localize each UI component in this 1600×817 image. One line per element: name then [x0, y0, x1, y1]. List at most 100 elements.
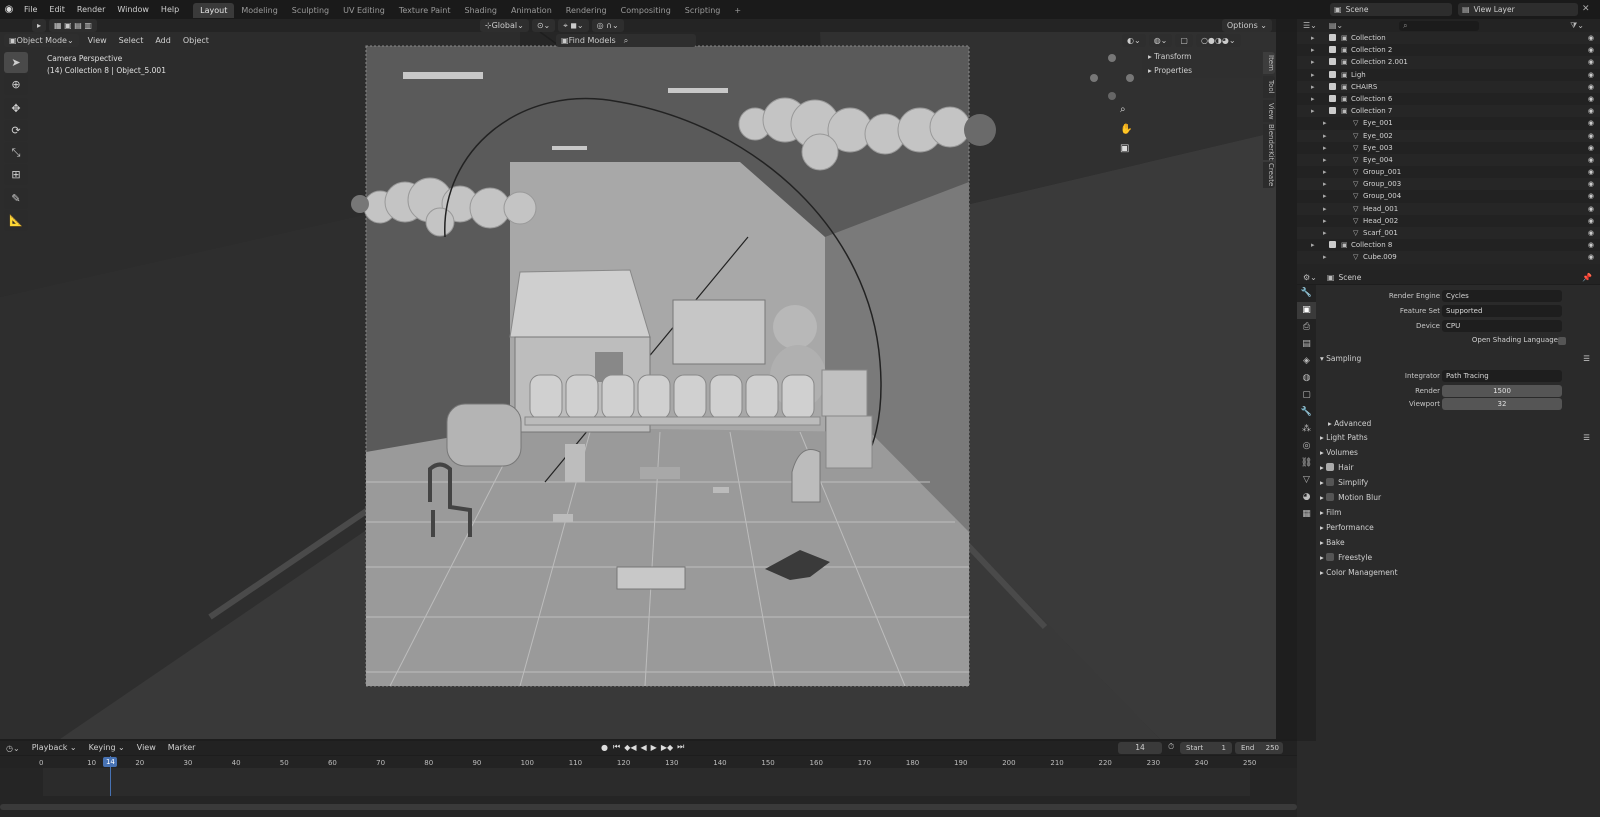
- tab-animation[interactable]: Animation: [504, 3, 559, 18]
- pan-hand-icon[interactable]: ✋: [1120, 124, 1132, 135]
- expand-arrow-icon[interactable]: ▸: [1323, 215, 1327, 227]
- scene-selector[interactable]: ▣ Scene: [1330, 3, 1452, 16]
- add-workspace-button[interactable]: +: [727, 3, 748, 18]
- prev-keyframe-icon[interactable]: ◆◀: [622, 743, 638, 752]
- tab-create[interactable]: Create: [1263, 162, 1275, 188]
- exclude-checkbox[interactable]: [1329, 241, 1336, 249]
- outliner-display-mode-icon[interactable]: ▤⌄: [1323, 21, 1349, 30]
- visibility-eye-icon[interactable]: ◉: [1588, 32, 1594, 44]
- timeline-area[interactable]: 0 10 20 30 40 50 60 70 80 90 100 110 120 130 140 150 160…: [0, 756, 1297, 817]
- panel-transform[interactable]: ▸ Transform: [1142, 50, 1262, 64]
- volumes-panel[interactable]: ▸ Volumes: [1320, 445, 1358, 460]
- color-management-panel[interactable]: ▸ Color Management: [1320, 565, 1398, 580]
- motion-blur-panel[interactable]: ▸ Motion Blur: [1320, 490, 1381, 505]
- timeline-scrollbar[interactable]: [0, 804, 1297, 810]
- exclude-checkbox[interactable]: [1329, 94, 1336, 102]
- visibility-eye-icon[interactable]: ◉: [1588, 117, 1594, 129]
- visibility-eye-icon[interactable]: ◉: [1588, 105, 1594, 117]
- visibility-eye-icon[interactable]: ◉: [1588, 154, 1594, 166]
- outliner-item[interactable]: ▸ ▽ Scarf_001 ◉: [1297, 227, 1600, 240]
- object-mode-dropdown[interactable]: ▣ Object Mode ⌄: [4, 34, 79, 47]
- film-panel[interactable]: ▸ Film: [1320, 505, 1341, 520]
- play-icon[interactable]: ▶: [649, 743, 659, 752]
- osl-checkbox[interactable]: [1558, 337, 1566, 345]
- visibility-eye-icon[interactable]: ◉: [1588, 81, 1594, 93]
- visibility-eye-icon[interactable]: ◉: [1588, 178, 1594, 190]
- pivot-point-button[interactable]: ⊙⌄: [531, 19, 556, 32]
- hair-checkbox[interactable]: [1326, 463, 1335, 471]
- scale-tool-icon[interactable]: ⤡: [4, 142, 28, 163]
- expand-arrow-icon[interactable]: ▸: [1311, 32, 1315, 44]
- tab-rendering[interactable]: Rendering: [559, 3, 614, 18]
- visibility-eye-icon[interactable]: ◉: [1588, 239, 1594, 251]
- outliner-item[interactable]: ▸ ▣ Collection ◉: [1297, 32, 1600, 45]
- expand-arrow-icon[interactable]: ▸: [1311, 69, 1315, 81]
- exclude-checkbox[interactable]: [1329, 46, 1336, 54]
- menu-object[interactable]: Object: [177, 34, 215, 47]
- outliner-item[interactable]: ▸ ▽ Eye_001 ◉: [1297, 117, 1600, 130]
- rotate-tool-icon[interactable]: ⟳: [4, 120, 28, 141]
- expand-arrow-icon[interactable]: ▸: [1323, 130, 1327, 142]
- tab-item[interactable]: Item: [1263, 52, 1275, 74]
- find-models-search[interactable]: ▣ Find Models ⌕: [556, 34, 696, 47]
- tab-modeling[interactable]: Modeling: [234, 3, 284, 18]
- navigation-gizmo[interactable]: [1090, 54, 1138, 104]
- select-tool-button[interactable]: ▸: [32, 19, 47, 32]
- playhead-frame-badge[interactable]: 14: [103, 757, 118, 767]
- object-tab-icon[interactable]: ▢: [1297, 387, 1316, 404]
- outliner-item[interactable]: ▸ ▽ Head_001 ◉: [1297, 202, 1600, 215]
- expand-arrow-icon[interactable]: ▸: [1323, 166, 1327, 178]
- outliner-item[interactable]: ▸ ▣ Collection 7 ◉: [1297, 105, 1600, 118]
- close-view-layer-icon[interactable]: ✕: [1582, 4, 1590, 14]
- expand-arrow-icon[interactable]: ▸: [1311, 239, 1315, 251]
- cursor-tool-icon[interactable]: ⊕: [4, 74, 28, 95]
- constraints-tab-icon[interactable]: ⛓: [1297, 455, 1316, 472]
- transform-tool-icon[interactable]: ⊞: [4, 164, 28, 185]
- view-layer-tab-icon[interactable]: ▤: [1297, 336, 1316, 353]
- visibility-eye-icon[interactable]: ◉: [1588, 203, 1594, 215]
- bake-panel[interactable]: ▸ Bake: [1320, 535, 1345, 550]
- proportional-edit-button[interactable]: ◎ ∩⌄: [591, 19, 624, 32]
- outliner-item[interactable]: ▸ ▣ Collection 6 ◉: [1297, 92, 1600, 106]
- expand-arrow-icon[interactable]: ▸: [1311, 93, 1315, 105]
- menu-window[interactable]: Window: [111, 0, 155, 19]
- jump-end-icon[interactable]: ⏭: [675, 742, 686, 752]
- render-engine-dropdown[interactable]: Cycles: [1442, 290, 1562, 302]
- visibility-eye-icon[interactable]: ◉: [1588, 93, 1594, 105]
- options-dropdown[interactable]: Options ⌄: [1221, 19, 1272, 32]
- gizmo-x-icon[interactable]: [1090, 74, 1098, 82]
- exclude-checkbox[interactable]: [1329, 107, 1336, 115]
- particles-tab-icon[interactable]: ⁂: [1297, 421, 1316, 438]
- visibility-eye-icon[interactable]: ◉: [1588, 130, 1594, 142]
- outliner-item[interactable]: ▸ ▣ Ligh ◉: [1297, 68, 1600, 81]
- visibility-eye-icon[interactable]: ◉: [1588, 227, 1594, 239]
- current-frame-field[interactable]: 14: [1118, 742, 1162, 754]
- stopwatch-icon[interactable]: ⏱: [1168, 742, 1174, 752]
- menu-help[interactable]: Help: [155, 0, 185, 19]
- outliner-filter-icon[interactable]: ⧩⌄: [1570, 21, 1600, 31]
- menu-keying[interactable]: Keying ⌄: [83, 741, 131, 755]
- record-icon[interactable]: ●: [598, 743, 611, 752]
- expand-arrow-icon[interactable]: ▸: [1323, 190, 1327, 202]
- expand-arrow-icon[interactable]: ▸: [1311, 56, 1315, 68]
- measure-tool-icon[interactable]: 📐: [4, 210, 28, 231]
- exclude-checkbox[interactable]: [1329, 70, 1336, 78]
- output-tab-icon[interactable]: ⎙: [1297, 319, 1316, 336]
- material-tab-icon[interactable]: ◕: [1297, 489, 1316, 506]
- gizmo-toggle-button[interactable]: ◍⌄: [1148, 34, 1173, 47]
- panel-properties[interactable]: ▸ Properties: [1142, 64, 1262, 78]
- menu-marker[interactable]: Marker: [162, 741, 202, 755]
- modifier-tab-icon[interactable]: 🔧: [1297, 404, 1316, 421]
- tab-shading[interactable]: Shading: [457, 3, 504, 18]
- outliner-item[interactable]: ▸ ▽ Eye_003 ◉: [1297, 141, 1600, 154]
- sampling-list-icon[interactable]: ☰: [1583, 351, 1590, 366]
- outliner-item[interactable]: ▸ ▣ Collection 2 ◉: [1297, 44, 1600, 57]
- camera-view-icon[interactable]: ▣: [1120, 143, 1129, 154]
- scene-tab-icon[interactable]: ◈: [1297, 353, 1316, 370]
- sampling-panel-header[interactable]: ▾ Sampling ☰: [1320, 351, 1590, 366]
- expand-arrow-icon[interactable]: ▸: [1311, 105, 1315, 117]
- move-tool-icon[interactable]: ✥: [4, 98, 28, 119]
- freestyle-panel[interactable]: ▸ Freestyle: [1320, 550, 1372, 565]
- visibility-eye-icon[interactable]: ◉: [1588, 69, 1594, 81]
- expand-arrow-icon[interactable]: ▸: [1323, 178, 1327, 190]
